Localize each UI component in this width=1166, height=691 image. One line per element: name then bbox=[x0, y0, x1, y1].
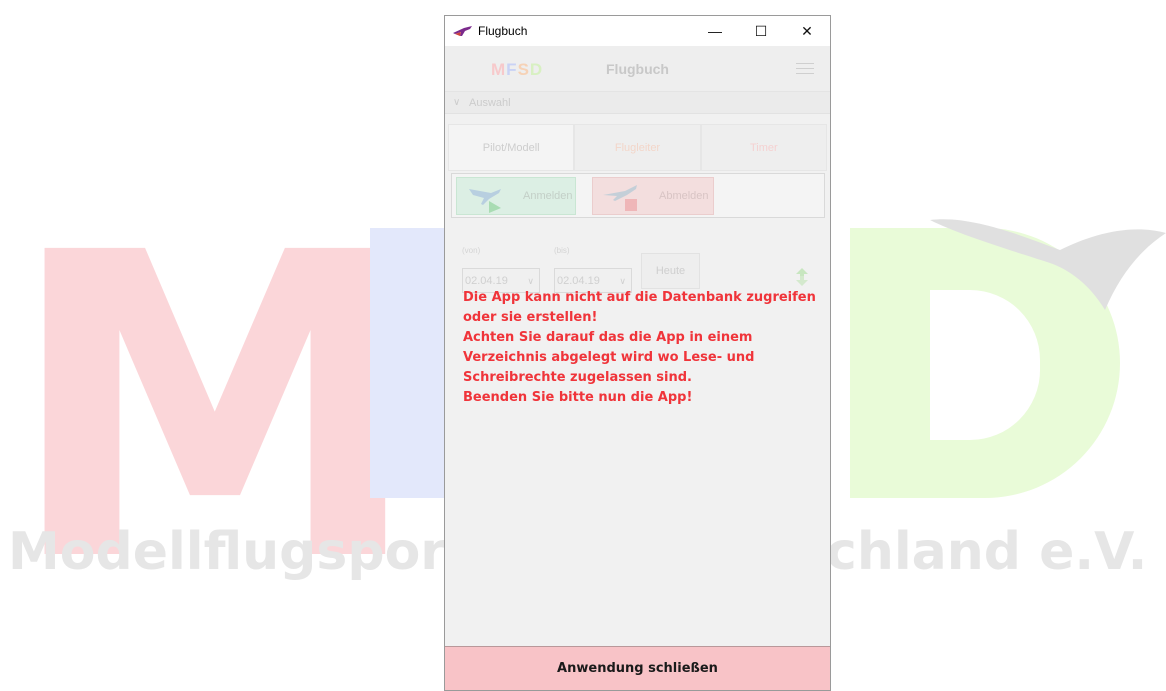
minimize-button[interactable]: — bbox=[692, 16, 738, 46]
von-label: (von) bbox=[462, 246, 481, 255]
app-window: Flugbuch — ☐ ✕ MFSD Flugbuch ∨ Auswahl P… bbox=[444, 15, 831, 691]
chevron-down-icon: ∨ bbox=[527, 276, 534, 286]
background-subtitle-left: Modellflugsport bbox=[8, 522, 471, 582]
background-bird-logo bbox=[930, 219, 1166, 310]
hamburger-menu-icon[interactable] bbox=[796, 63, 814, 78]
chevron-down-icon: ∨ bbox=[619, 276, 626, 286]
auswahl-label: Auswahl bbox=[469, 96, 511, 109]
tab-bar: Pilot/Modell Flugleiter Timer bbox=[448, 124, 827, 171]
tab-timer[interactable]: Timer bbox=[700, 124, 827, 171]
heute-button[interactable]: Heute bbox=[641, 253, 700, 289]
plane-takeoff-icon bbox=[469, 189, 501, 213]
error-line: Beenden Sie bitte nun die App! bbox=[463, 390, 693, 405]
bis-label: (bis) bbox=[554, 246, 570, 255]
error-line: Achten Sie darauf das die App in einem bbox=[463, 330, 753, 345]
error-line: Die App kann nicht auf die Datenbank zug… bbox=[463, 290, 816, 305]
tab-pilot-modell[interactable]: Pilot/Modell bbox=[448, 124, 575, 171]
abmelden-button[interactable]: Abmelden bbox=[592, 177, 714, 215]
anmelden-button[interactable]: Anmelden bbox=[456, 177, 576, 215]
window-titlebar[interactable]: Flugbuch — ☐ ✕ bbox=[445, 16, 830, 46]
database-error-message: Die App kann nicht auf die Datenbank zug… bbox=[463, 288, 823, 408]
background-subtitle-right: chland e.V. bbox=[826, 522, 1148, 582]
auswahl-expander[interactable]: ∨ Auswahl bbox=[445, 92, 830, 114]
airplane-app-icon bbox=[453, 26, 472, 36]
window-controls: — ☐ ✕ bbox=[692, 16, 830, 46]
maximize-button[interactable]: ☐ bbox=[738, 16, 784, 46]
close-application-button[interactable]: Anwendung schließen bbox=[445, 646, 830, 690]
plane-landing-icon bbox=[603, 185, 637, 211]
error-line: Schreibrechte zugelassen sind. bbox=[463, 370, 692, 385]
window-title: Flugbuch bbox=[478, 24, 528, 38]
tab-flugleiter[interactable]: Flugleiter bbox=[574, 124, 701, 171]
background-logo-f bbox=[370, 228, 450, 498]
bis-date-value: 02.04.19 bbox=[557, 275, 600, 287]
error-line: Verzeichnis abgelegt wird wo Lese- und bbox=[463, 350, 755, 365]
anmelden-label: Anmelden bbox=[523, 190, 573, 202]
abmelden-label: Abmelden bbox=[659, 190, 709, 202]
chevron-down-icon: ∨ bbox=[453, 97, 461, 108]
app-header: MFSD Flugbuch bbox=[445, 46, 830, 92]
sync-icon[interactable] bbox=[791, 266, 813, 288]
login-button-panel: Anmelden Abmelden bbox=[451, 173, 825, 218]
close-window-button[interactable]: ✕ bbox=[784, 16, 830, 46]
page-title: Flugbuch bbox=[606, 61, 669, 77]
error-line: oder sie erstellen! bbox=[463, 310, 598, 325]
von-date-value: 02.04.19 bbox=[465, 275, 508, 287]
